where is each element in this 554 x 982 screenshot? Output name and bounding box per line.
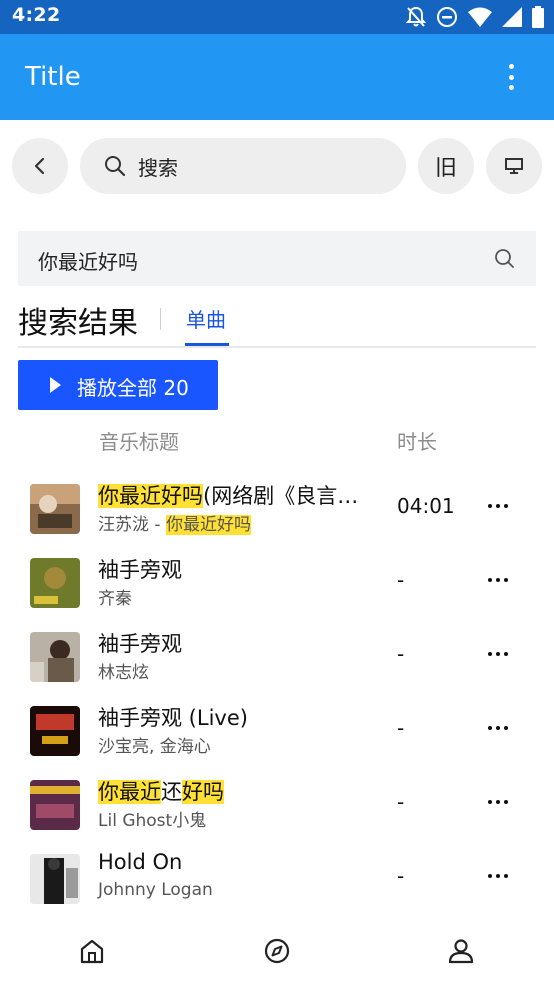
signal-icon (502, 7, 522, 27)
search-icon (105, 156, 126, 177)
album-cover (30, 484, 80, 534)
desktop-button[interactable] (486, 138, 542, 194)
tab-singles[interactable]: 单曲 (186, 304, 226, 333)
more-horiz-icon[interactable] (488, 800, 508, 806)
song-duration: - (397, 864, 405, 888)
column-title-header: 音乐标题 (99, 430, 179, 454)
play-icon (50, 377, 61, 393)
search-placeholder: 搜索 (138, 156, 178, 180)
app-bar: Title (0, 34, 554, 120)
song-artist: 沙宝亮, 金海心 (98, 737, 211, 757)
song-row[interactable]: 你最近好吗(网络剧《良言写意》插曲) 汪苏泷 - 你最近好吗 04:01 (0, 480, 554, 554)
song-row[interactable]: 袖手旁观 齐秦 - (0, 554, 554, 628)
more-horiz-icon[interactable] (488, 578, 508, 584)
status-icons (406, 5, 544, 29)
status-bar: 4:22 (0, 0, 554, 34)
tab-divider (160, 308, 161, 330)
song-artist: 汪苏泷 - 你最近好吗 (98, 515, 251, 535)
battery-icon (532, 6, 544, 28)
home-icon[interactable] (77, 936, 107, 966)
song-title: 袖手旁观 (98, 632, 182, 656)
results-heading: 搜索结果 (18, 306, 138, 341)
album-cover (30, 632, 80, 682)
notifications-off-icon (406, 6, 426, 27)
song-artist: 齐秦 (98, 589, 132, 609)
profile-icon[interactable] (446, 936, 476, 966)
song-artist: Johnny Logan (98, 880, 213, 900)
song-title: 袖手旁观 (Live) (98, 706, 248, 730)
song-duration: - (397, 716, 405, 740)
song-title: 你最近还好吗 (98, 780, 224, 804)
song-title: 你最近好吗(网络剧《良言写意》插曲) (98, 484, 373, 508)
play-all-button[interactable]: 播放全部 20 (18, 360, 218, 410)
album-cover (30, 780, 80, 830)
album-cover (30, 706, 80, 756)
column-duration-header: 时长 (397, 430, 437, 454)
more-horiz-icon[interactable] (488, 726, 508, 732)
app-title: Title (25, 62, 81, 92)
more-vert-icon[interactable] (500, 60, 522, 94)
tab-indicator (185, 343, 229, 346)
more-horiz-icon[interactable] (488, 504, 508, 510)
song-duration: - (397, 568, 405, 592)
old-button-label: 旧 (434, 156, 457, 181)
song-row[interactable]: 你最近还好吗 Lil Ghost小鬼 - (0, 776, 554, 850)
desktop-icon (505, 158, 523, 174)
bottom-nav (0, 920, 554, 982)
more-horiz-icon[interactable] (488, 874, 508, 880)
more-horiz-icon[interactable] (488, 652, 508, 658)
search-icon[interactable] (494, 248, 516, 270)
explore-icon[interactable] (262, 936, 292, 966)
song-title: Hold On (98, 850, 183, 874)
song-duration: 04:01 (397, 494, 455, 518)
song-row[interactable]: Hold On Johnny Logan - (0, 850, 554, 924)
song-artist: 林志炫 (98, 663, 149, 683)
song-row[interactable]: 袖手旁观 林志炫 - (0, 628, 554, 702)
search-query-text: 你最近好吗 (38, 250, 138, 274)
song-artist: Lil Ghost小鬼 (98, 811, 207, 831)
wifi-icon (468, 7, 492, 27)
back-button[interactable] (12, 138, 68, 194)
album-cover (30, 854, 80, 904)
chevron-left-icon (34, 157, 45, 175)
search-bar[interactable]: 搜索 (80, 138, 406, 194)
results-tabs: 搜索结果 单曲 (18, 296, 536, 348)
old-version-button[interactable]: 旧 (418, 138, 474, 194)
do-not-disturb-icon (437, 7, 457, 27)
search-query-field[interactable]: 你最近好吗 (18, 231, 536, 286)
play-all-label: 播放全部 20 (77, 376, 189, 400)
song-title: 袖手旁观 (98, 558, 182, 582)
song-duration: - (397, 790, 405, 814)
status-time: 4:22 (12, 4, 61, 26)
album-cover (30, 558, 80, 608)
song-row[interactable]: 袖手旁观 (Live) 沙宝亮, 金海心 - (0, 702, 554, 776)
song-duration: - (397, 642, 405, 666)
